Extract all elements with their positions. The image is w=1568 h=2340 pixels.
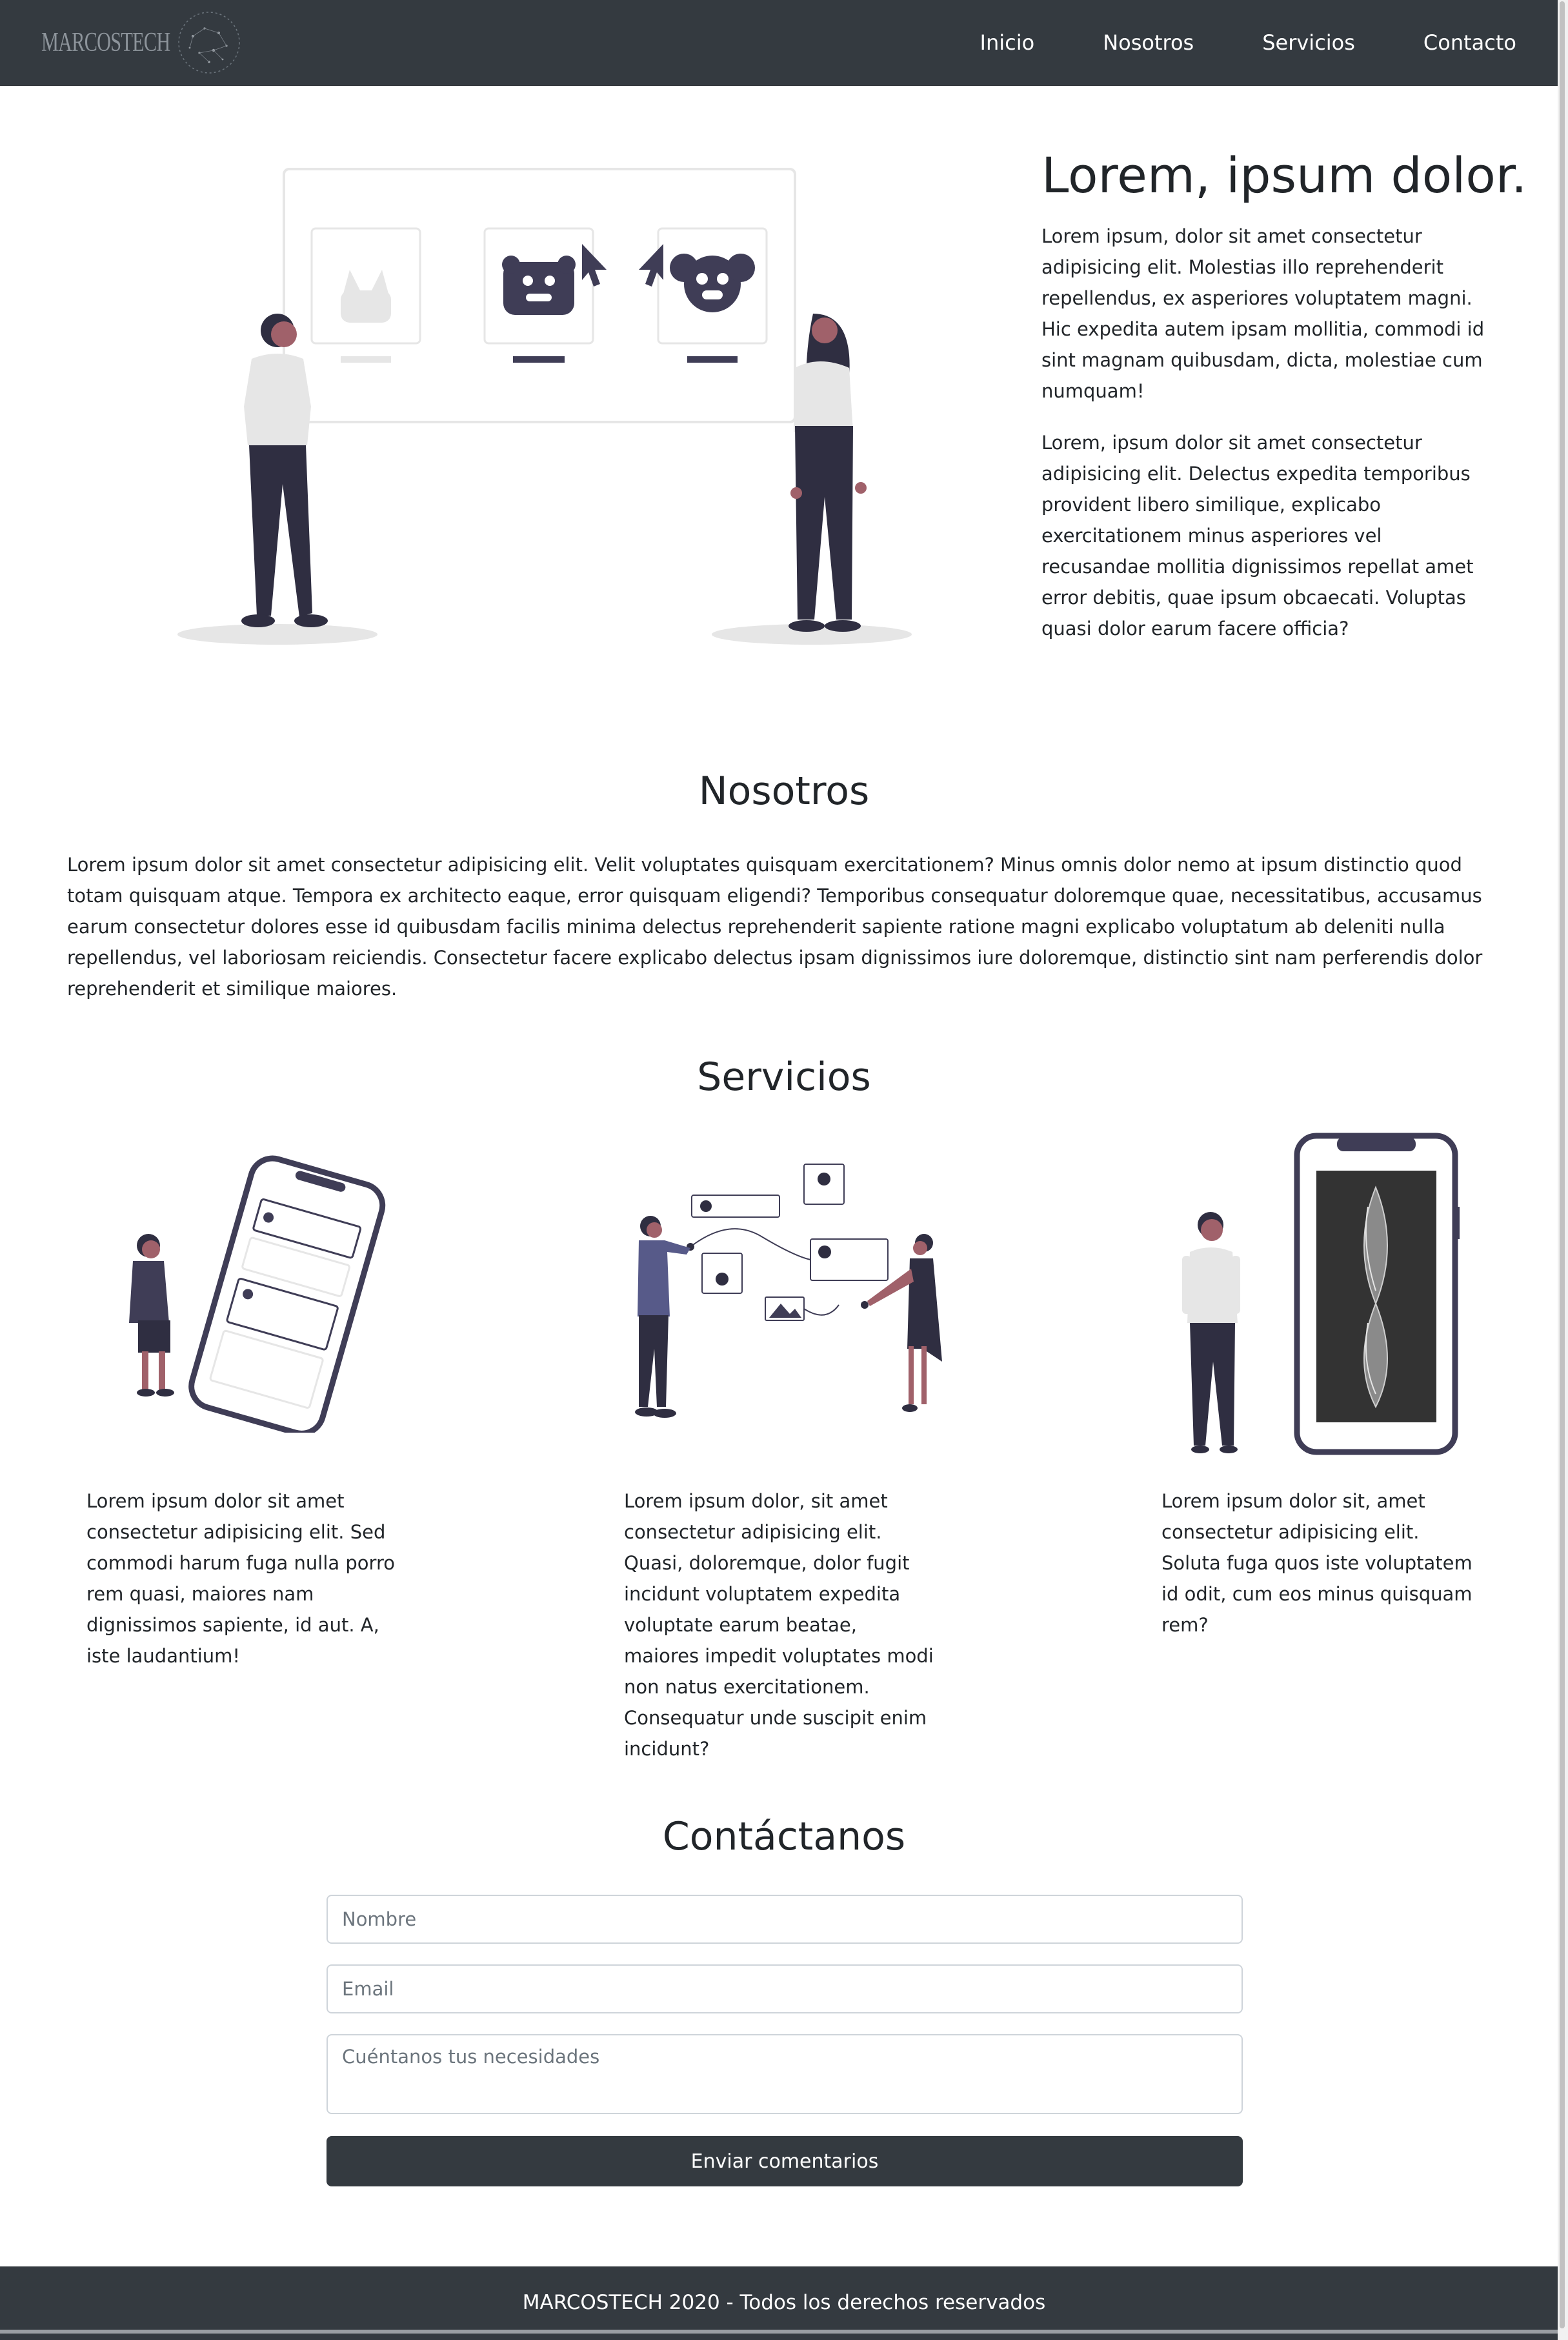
nav-link-servicios[interactable]: Servicios xyxy=(1262,30,1355,55)
service-1-illustration xyxy=(129,1155,386,1433)
nosotros-title: Nosotros xyxy=(698,769,870,814)
page-scrollbar[interactable] xyxy=(1558,0,1568,2340)
name-input[interactable] xyxy=(327,1895,1243,1944)
contact-title: Contáctanos xyxy=(662,1814,906,1859)
footer: MARCOSTECH 2020 - Todos los derechos res… xyxy=(0,2266,1568,2340)
navbar: MARCOSTECH Inicio Nosotros Servicios Con… xyxy=(0,0,1568,86)
footer-divider xyxy=(0,2330,1568,2334)
scrollbar-thumb[interactable] xyxy=(1560,1,1565,2328)
servicios-title: Servicios xyxy=(697,1054,871,1100)
service-3-text: Lorem ipsum dolor sit, amet consectetur … xyxy=(1161,1490,1473,1636)
hero-paragraph-2: Lorem, ipsum dolor sit amet consectetur … xyxy=(1041,432,1474,640)
email-input[interactable] xyxy=(327,1964,1243,2013)
service-2-text: Lorem ipsum dolor, sit amet consectetur … xyxy=(624,1490,934,1760)
footer-text: MARCOSTECH 2020 - Todos los derechos res… xyxy=(522,2291,1046,2314)
hero-illustration xyxy=(177,168,912,645)
nav-link-nosotros[interactable]: Nosotros xyxy=(1103,30,1194,55)
constellation-logo-icon xyxy=(178,12,240,74)
brand-name: MARCOSTECH xyxy=(41,28,170,57)
message-textarea[interactable] xyxy=(327,2034,1243,2114)
nosotros-text: Lorem ipsum dolor sit amet consectetur a… xyxy=(67,854,1483,1000)
nav-link-contacto[interactable]: Contacto xyxy=(1423,30,1516,55)
nav-link-inicio[interactable]: Inicio xyxy=(980,30,1035,55)
submit-button[interactable]: Enviar comentarios xyxy=(327,2136,1243,2186)
service-1-text: Lorem ipsum dolor sit amet consectetur a… xyxy=(86,1490,395,1667)
service-2-illustration xyxy=(635,1164,942,1418)
hero-paragraph-1: Lorem ipsum, dolor sit amet consectetur … xyxy=(1041,225,1485,402)
hero-title: Lorem, ipsum dolor. xyxy=(1041,146,1527,204)
brand-logo-link[interactable]: MARCOSTECH xyxy=(41,10,240,75)
nav-links: Inicio Nosotros Servicios Contacto xyxy=(980,0,1516,85)
service-3-illustration xyxy=(1182,1133,1460,1455)
